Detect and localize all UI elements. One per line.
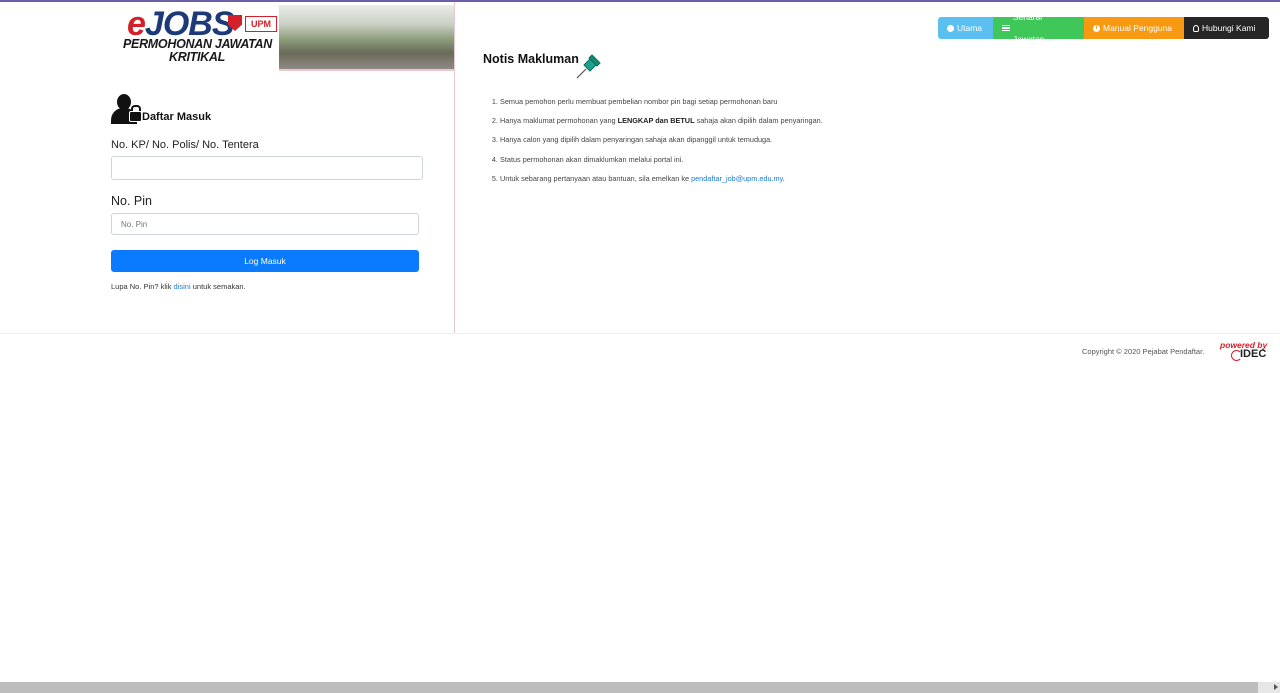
email-link[interactable]: pendaftar_job@upm.edu.my — [691, 174, 783, 183]
ejobs-banner: eJOBS UPM PERMOHONAN JAWATAN KRITIKAL — [111, 5, 454, 71]
user-lock-icon — [111, 94, 142, 124]
pin-input[interactable] — [111, 213, 419, 235]
logo-subtitle-line1: PERMOHONAN JAWATAN — [123, 37, 273, 51]
forgot-pin-text: Lupa No. Pin? klik disini untuk semakan. — [111, 282, 246, 291]
kp-input[interactable] — [111, 156, 423, 180]
notis-list: Semua pemohon perlu membuat pembelian no… — [483, 92, 823, 188]
nav-hubungi-kami-button[interactable]: Hubungi Kami — [1184, 17, 1269, 39]
nav-senarai-label: Senarai Jawatan — [1012, 12, 1045, 44]
login-title: Daftar Masuk — [142, 111, 212, 123]
login-heading: Daftar Masuk — [111, 94, 211, 124]
notis-item-text: Status permohonan akan dimaklumkan melal… — [500, 154, 684, 164]
copyright-text: Copyright © 2020 Pejabat Pendaftar. — [1082, 347, 1205, 356]
info-icon: i — [1093, 24, 1100, 32]
notis-item-text: . — [782, 173, 785, 183]
pin-label: No. Pin — [111, 194, 152, 208]
login-button[interactable]: Log Masuk — [111, 250, 419, 272]
notis-item-bold: LENGKAP dan BETUL — [617, 116, 695, 126]
nav-utama-label: Utama — [957, 23, 983, 33]
banner-underline — [279, 69, 454, 71]
nav-senarai-jawatan-button[interactable]: Senarai Jawatan — [993, 12, 1084, 44]
notis-item-text: sahaja akan dipilih dalam penyaringan. — [694, 116, 823, 126]
notis-item-text: Hanya maklumat permohonan yang — [500, 116, 618, 126]
idec-text: IDEC — [1240, 348, 1267, 360]
scroll-right-arrow-icon[interactable] — [1274, 684, 1278, 690]
scrollbar-thumb[interactable] — [0, 682, 1258, 693]
nav-utama-button[interactable]: Utama — [938, 17, 993, 39]
notis-item-text: Semua pemohon perlu membuat pembelian no… — [500, 97, 778, 106]
notis-item-text: Hanya calon yang dipilih dalam penyaring… — [500, 135, 773, 145]
nav-hubungi-label: Hubungi Kami — [1202, 23, 1256, 33]
globe-icon — [947, 24, 954, 32]
list-icon — [1002, 25, 1010, 31]
notis-item: Semua pemohon perlu membuat pembelian no… — [500, 92, 823, 111]
notis-item: Hanya calon yang dipilih dalam penyaring… — [500, 130, 823, 149]
upm-logo-text: UPM — [245, 16, 277, 32]
forgot-suffix: untuk semakan. — [190, 282, 246, 291]
campus-photo — [279, 5, 454, 69]
user-icon — [1193, 24, 1199, 32]
notis-item: Untuk sebarang pertanyaan atau bantuan, … — [500, 169, 823, 188]
notis-item-text: Untuk sebarang pertanyaan atau bantuan, … — [500, 173, 692, 183]
pushpin-icon — [576, 54, 601, 79]
nav-manual-pengguna-button[interactable]: i Manual Pengguna — [1084, 17, 1184, 39]
notis-title: Notis Makluman — [483, 52, 579, 66]
notis-item: Hanya maklumat permohonan yang LENGKAP d… — [500, 111, 823, 130]
powered-by-idec-logo: powered by IDEC — [1218, 341, 1270, 363]
horizontal-scrollbar[interactable] — [0, 682, 1280, 693]
nav-manual-label: Manual Pengguna — [1103, 23, 1173, 33]
footer-divider — [0, 333, 1280, 334]
notis-item: Status permohonan akan dimaklumkan melal… — [500, 150, 823, 169]
logo-subtitle-line2: KRITIKAL — [169, 50, 225, 64]
forgot-pin-link[interactable]: disini — [174, 282, 191, 291]
kp-label: No. KP/ No. Polis/ No. Tentera — [111, 139, 259, 151]
forgot-prefix: Lupa No. Pin? klik — [111, 282, 174, 291]
